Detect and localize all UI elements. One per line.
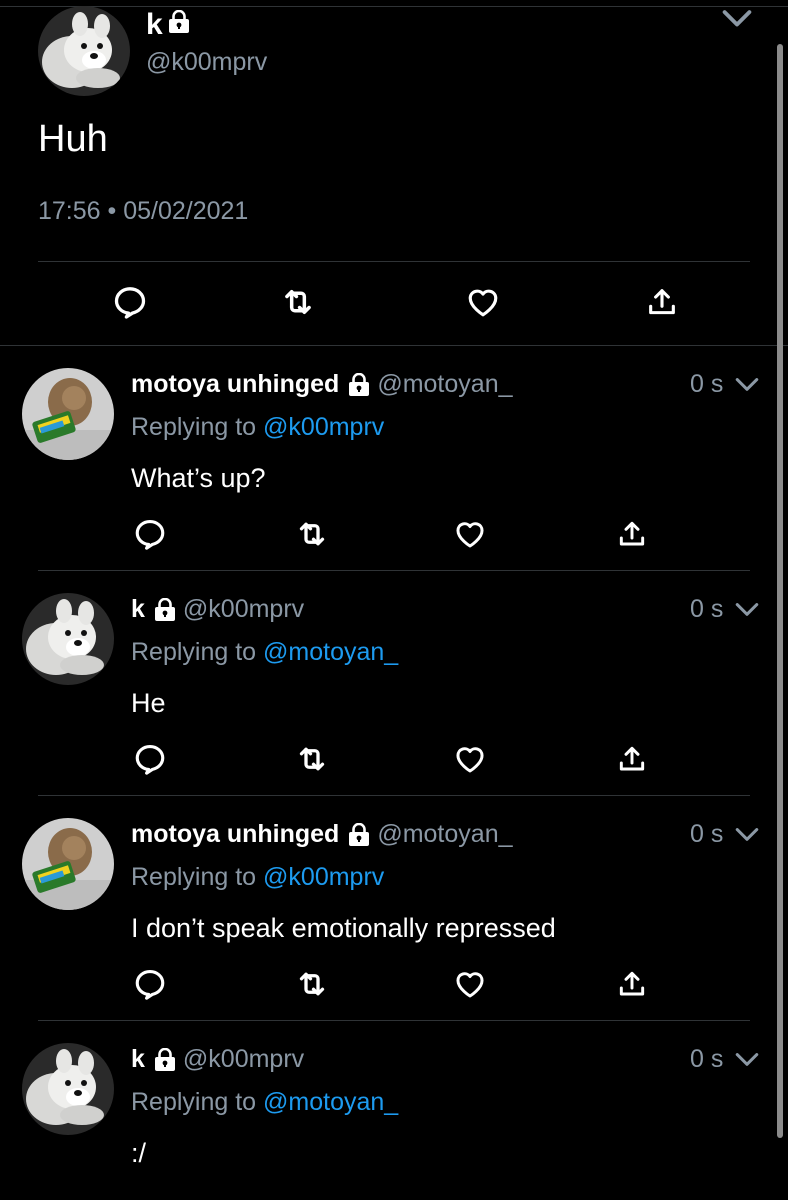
tweet-text: :/	[131, 1138, 147, 1168]
replying-to: Replying to @motoyan_	[131, 1088, 398, 1117]
chevron-down-icon[interactable]	[734, 1051, 760, 1069]
retweet-icon[interactable]	[292, 514, 332, 554]
replying-prefix: Replying to	[131, 863, 264, 891]
retweet-icon[interactable]	[292, 739, 332, 779]
avatar[interactable]	[22, 368, 114, 460]
reply-tweet[interactable]: k @k00mprv 0 s Replying to @motoyan_ :/	[0, 1021, 788, 1200]
chevron-down-icon[interactable]	[734, 826, 760, 844]
author-display-name[interactable]: k	[131, 1045, 145, 1074]
author-name-row[interactable]: k	[146, 8, 191, 42]
tweet-text: Huh	[38, 118, 108, 160]
chevron-down-icon[interactable]	[720, 8, 754, 30]
share-icon[interactable]	[612, 739, 652, 779]
avatar[interactable]	[22, 593, 114, 685]
replying-to: Replying to @motoyan_	[131, 638, 398, 667]
share-icon[interactable]	[612, 964, 652, 1004]
replying-to: Replying to @k00mprv	[131, 863, 384, 892]
mention-link[interactable]: @k00mprv	[263, 863, 384, 891]
tweet-text: I don’t speak emotionally repressed	[131, 913, 556, 943]
like-icon[interactable]	[450, 514, 490, 554]
main-tweet: k @k00mprv Huh 17:56 • 05/02/2021	[0, 0, 788, 346]
tweet-actions	[0, 514, 788, 554]
scrollbar[interactable]	[777, 44, 783, 1138]
like-icon[interactable]	[463, 282, 503, 322]
author-handle[interactable]: @motoyan_	[377, 820, 512, 849]
avatar[interactable]	[22, 1043, 114, 1135]
replying-prefix: Replying to	[131, 638, 264, 666]
reply-header: k @k00mprv	[131, 1045, 304, 1074]
tweet-time[interactable]: 0 s	[690, 595, 723, 624]
share-icon[interactable]	[612, 514, 652, 554]
replying-prefix: Replying to	[131, 413, 264, 441]
author-handle[interactable]: @k00mprv	[183, 1045, 304, 1074]
author-display-name[interactable]: k	[131, 595, 145, 624]
author-display-name[interactable]: k	[146, 8, 163, 42]
reply-icon[interactable]	[130, 514, 170, 554]
lock-icon	[347, 823, 371, 847]
reply-icon[interactable]	[130, 964, 170, 1004]
like-icon[interactable]	[450, 739, 490, 779]
divider	[38, 261, 750, 262]
tweet-time[interactable]: 0 s	[690, 370, 723, 399]
mention-link[interactable]: @motoyan_	[263, 638, 398, 666]
author-handle[interactable]: @k00mprv	[146, 48, 267, 77]
author-handle[interactable]: @k00mprv	[183, 595, 304, 624]
tweet-text: He	[131, 688, 166, 718]
reply-header: motoya unhinged @motoyan_	[131, 820, 513, 849]
author-display-name[interactable]: motoya unhinged	[131, 820, 339, 849]
avatar[interactable]	[22, 818, 114, 910]
share-icon[interactable]	[642, 282, 682, 322]
lock-icon	[347, 373, 371, 397]
retweet-icon[interactable]	[278, 282, 318, 322]
replying-to: Replying to @k00mprv	[131, 413, 384, 442]
chevron-down-icon[interactable]	[734, 601, 760, 619]
tweet-text: What’s up?	[131, 463, 266, 493]
tweet-time[interactable]: 0 s	[690, 1045, 723, 1074]
tweet-actions	[0, 739, 788, 779]
reply-tweet[interactable]: k @k00mprv 0 s Replying to @motoyan_ He	[0, 571, 788, 796]
tweet-actions	[0, 964, 788, 1004]
reply-header: motoya unhinged @motoyan_	[131, 370, 513, 399]
replying-prefix: Replying to	[131, 1088, 264, 1116]
lock-icon	[153, 598, 177, 622]
author-display-name[interactable]: motoya unhinged	[131, 370, 339, 399]
lock-icon	[153, 1048, 177, 1072]
mention-link[interactable]: @motoyan_	[263, 1088, 398, 1116]
author-handle[interactable]: @motoyan_	[377, 370, 512, 399]
reply-icon[interactable]	[130, 739, 170, 779]
avatar[interactable]	[38, 6, 130, 96]
lock-icon	[167, 8, 191, 42]
like-icon[interactable]	[450, 964, 490, 1004]
retweet-icon[interactable]	[292, 964, 332, 1004]
reply-icon[interactable]	[110, 282, 150, 322]
reply-header: k @k00mprv	[131, 595, 304, 624]
tweet-timestamp[interactable]: 17:56 • 05/02/2021	[38, 197, 248, 226]
tweet-time[interactable]: 0 s	[690, 820, 723, 849]
reply-tweet[interactable]: motoya unhinged @motoyan_ 0 s Replying t…	[0, 796, 788, 1021]
chevron-down-icon[interactable]	[734, 376, 760, 394]
mention-link[interactable]: @k00mprv	[263, 413, 384, 441]
reply-tweet[interactable]: motoya unhinged @motoyan_ 0 s Replying t…	[0, 346, 788, 571]
tweet-actions	[0, 282, 788, 326]
